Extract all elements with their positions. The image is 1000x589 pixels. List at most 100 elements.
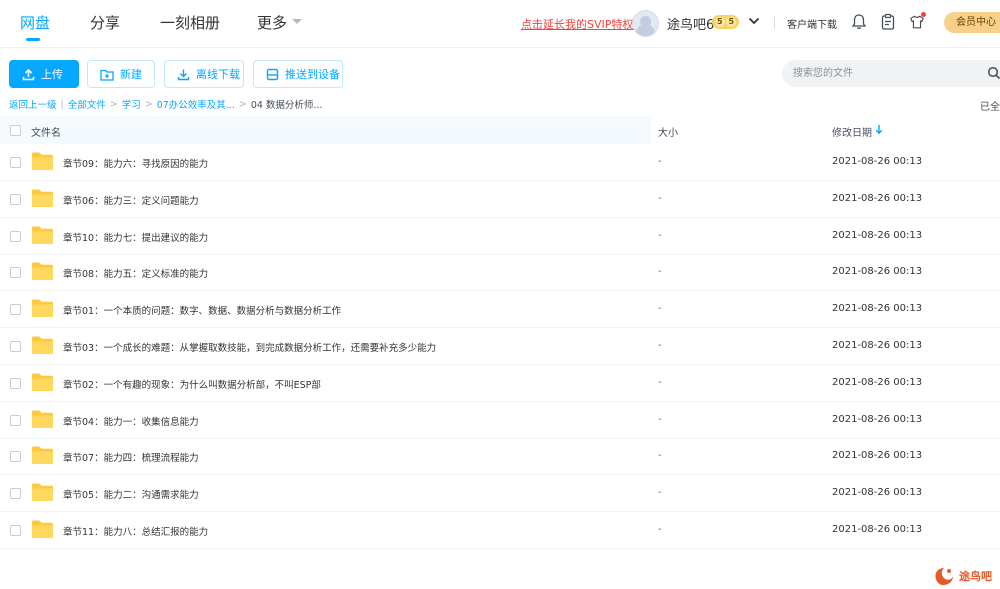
table-row[interactable]: 章节09：能力六：寻找原因的能力 - 2021-08-26 00:13 xyxy=(0,144,1000,181)
bell-icon[interactable] xyxy=(851,13,867,31)
new-folder-button[interactable]: 新建 xyxy=(87,60,155,88)
tab-share[interactable]: 分享 xyxy=(90,12,120,33)
row-checkbox[interactable] xyxy=(10,451,21,463)
row-checkbox[interactable] xyxy=(10,193,21,205)
file-name[interactable]: 章节03：一个成长的难题：从掌握取数技能，到完成数据分析工作，还需要补充多少能力 xyxy=(63,340,436,354)
svip-extend-link[interactable]: 点击延长我的SVIP特权 xyxy=(521,16,633,32)
breadcrumb-all-files[interactable]: 全部文件 xyxy=(68,97,106,111)
upload-button[interactable]: 上传 xyxy=(9,60,79,88)
offline-download-button[interactable]: 离线下载 xyxy=(164,60,244,88)
file-name[interactable]: 章节04：能力一：收集信息能力 xyxy=(63,414,199,428)
notification-dot xyxy=(921,12,926,17)
table-row[interactable]: 章节07：能力四：梳理流程能力 - 2021-08-26 00:13 xyxy=(0,438,1000,476)
breadcrumb-back[interactable]: 返回上一级 xyxy=(9,97,57,111)
breadcrumb-separator: | xyxy=(60,98,64,110)
folder-icon xyxy=(32,446,53,465)
folder-icon xyxy=(32,410,53,428)
row-checkbox[interactable] xyxy=(10,230,21,242)
top-navigation-bar: 网盘 分享 一刻相册 更多 点击延长我的SVIP特权 途鸟吧6 5 5 客户端下… xyxy=(0,0,1000,48)
breadcrumb-separator: > xyxy=(238,98,247,110)
table-row[interactable]: 章节03：一个成长的难题：从掌握取数技能，到完成数据分析工作，还需要补充多少能力… xyxy=(0,328,1000,365)
file-size: - xyxy=(658,524,662,535)
file-size: - xyxy=(658,340,662,351)
member-center-button[interactable]: 会员中心 xyxy=(944,12,1000,33)
nav-divider xyxy=(774,16,775,29)
level-badge: 5 5 xyxy=(712,15,739,29)
row-checkbox[interactable] xyxy=(10,341,21,352)
search-box xyxy=(782,60,1000,87)
file-modified-date: 2021-08-26 00:13 xyxy=(832,229,923,241)
upload-label: 上传 xyxy=(41,68,63,81)
table-row[interactable]: 章节08：能力五：定义标准的能力 - 2021-08-26 00:13 xyxy=(0,254,1000,292)
file-name[interactable]: 章节07：能力四：梳理流程能力 xyxy=(63,450,199,464)
name-column-header-bg xyxy=(0,116,651,144)
file-modified-date: 2021-08-26 00:13 xyxy=(832,524,923,535)
row-checkbox[interactable] xyxy=(10,267,21,279)
file-modified-date: 2021-08-26 00:13 xyxy=(832,376,923,388)
new-folder-icon xyxy=(100,69,114,81)
sort-descending-arrow-icon[interactable] xyxy=(875,124,883,135)
file-name[interactable]: 章节02：一个有趣的现象：为什么叫数据分析部，不叫ESP部 xyxy=(63,377,321,391)
file-modified-date: 2021-08-26 00:13 xyxy=(832,192,923,204)
loaded-status-text: 已全 xyxy=(980,102,1000,113)
file-name[interactable]: 章节08：能力五：定义标准的能力 xyxy=(63,266,208,280)
file-name[interactable]: 章节06：能力三：定义问题能力 xyxy=(63,193,199,207)
row-checkbox[interactable] xyxy=(10,304,21,316)
table-row[interactable]: 章节06：能力三：定义问题能力 - 2021-08-26 00:13 xyxy=(0,181,1000,218)
folder-icon xyxy=(32,299,53,318)
table-row[interactable]: 章节04：能力一：收集信息能力 - 2021-08-26 00:13 xyxy=(0,402,1000,439)
file-name[interactable]: 章节11：能力八：总结汇报的能力 xyxy=(63,524,208,538)
table-row[interactable]: 章节10：能力七：提出建议的能力 - 2021-08-26 00:13 xyxy=(0,218,1000,255)
offline-download-label: 离线下载 xyxy=(196,68,240,81)
file-name[interactable]: 章节10：能力七：提出建议的能力 xyxy=(63,230,208,244)
row-checkbox[interactable] xyxy=(10,157,21,168)
folder-icon xyxy=(32,189,53,207)
upload-icon xyxy=(22,68,35,80)
folder-icon xyxy=(32,226,53,244)
tab-more[interactable]: 更多 xyxy=(257,12,287,33)
file-modified-date: 2021-08-26 00:13 xyxy=(832,266,923,278)
breadcrumb: 返回上一级 | 全部文件 > 学习 > 07办公效率及其... > 04 数据分… xyxy=(9,97,323,112)
row-checkbox[interactable] xyxy=(10,488,21,500)
breadcrumb-separator: > xyxy=(109,98,118,110)
breadcrumb-current-folder: 04 数据分析师... xyxy=(250,100,323,111)
clipboard-icon[interactable] xyxy=(880,13,896,31)
select-all-checkbox[interactable] xyxy=(10,125,21,136)
push-to-device-label: 推送到设备 xyxy=(285,68,340,81)
user-menu-chevron-down-icon[interactable] xyxy=(748,15,760,27)
file-size: - xyxy=(658,156,662,167)
search-icon[interactable] xyxy=(987,66,1000,80)
row-checkbox[interactable] xyxy=(10,377,21,389)
table-row[interactable]: 章节02：一个有趣的现象：为什么叫数据分析部，不叫ESP部 - 2021-08-26… xyxy=(0,365,1000,402)
table-row[interactable]: 章节05：能力二：沟通需求能力 - 2021-08-26 00:13 xyxy=(0,475,1000,513)
watermark-text: 途鸟吧 xyxy=(959,570,992,583)
table-row[interactable]: 章节01：一个本质的问题：数字、数据、数据分析与数据分析工作 - 2021-08-2… xyxy=(0,291,1000,329)
file-size: - xyxy=(658,450,662,462)
file-size: - xyxy=(658,376,662,388)
column-header-modified[interactable]: 修改日期 xyxy=(832,124,872,139)
file-name[interactable]: 章节01：一个本质的问题：数字、数据、数据分析与数据分析工作 xyxy=(63,303,341,317)
tab-netdisk[interactable]: 网盘 xyxy=(20,12,50,33)
file-name[interactable]: 章节05：能力二：沟通需求能力 xyxy=(63,487,199,501)
tab-moment-album[interactable]: 一刻相册 xyxy=(160,12,220,33)
file-name[interactable]: 章节09：能力六：寻找原因的能力 xyxy=(63,156,208,170)
avatar[interactable] xyxy=(632,10,659,37)
row-checkbox[interactable] xyxy=(10,525,21,536)
column-header-name[interactable]: 文件名 xyxy=(31,124,61,139)
table-row[interactable]: 章节11：能力八：总结汇报的能力 - 2021-08-26 00:13 xyxy=(0,512,1000,549)
folder-icon xyxy=(32,373,53,391)
breadcrumb-office-efficiency[interactable]: 07办公效率及其... xyxy=(157,97,235,111)
push-to-device-button[interactable]: 推送到设备 xyxy=(253,60,343,88)
breadcrumb-study[interactable]: 学习 xyxy=(122,97,141,111)
folder-icon xyxy=(32,152,53,170)
more-caret-icon[interactable] xyxy=(292,19,302,24)
column-header-size[interactable]: 大小 xyxy=(658,124,678,139)
file-modified-date: 2021-08-26 00:13 xyxy=(832,413,923,425)
watermark-logo: 途鸟吧 xyxy=(932,563,1000,589)
file-size: - xyxy=(658,487,662,499)
client-download-link[interactable]: 客户端下载 xyxy=(787,16,837,31)
row-checkbox[interactable] xyxy=(10,414,21,426)
search-input[interactable] xyxy=(793,65,983,82)
file-size: - xyxy=(658,229,662,241)
username[interactable]: 途鸟吧6 xyxy=(667,14,714,33)
